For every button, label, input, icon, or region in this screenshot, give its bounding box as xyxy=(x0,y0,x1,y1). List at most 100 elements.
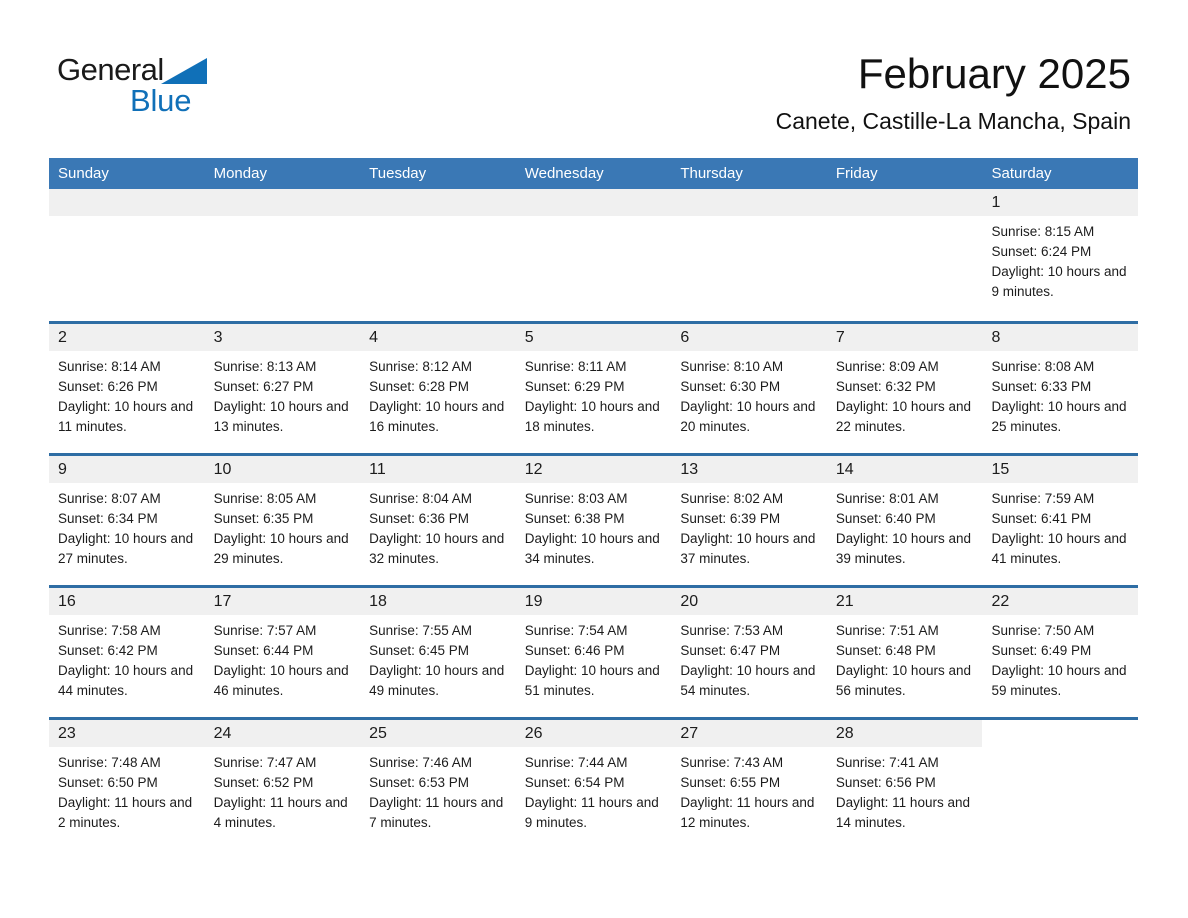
calendar-day-cell[interactable]: 17 Sunrise: 7:57 AM Sunset: 6:44 PM Dayligh… xyxy=(204,588,361,717)
sunset-text: Sunset: 6:42 PM xyxy=(58,643,158,658)
calendar-day-cell-empty xyxy=(49,189,205,321)
calendar-weeks: 1 Sunrise: 8:15 AM Sunset: 6:24 PM Daylight… xyxy=(49,189,1139,849)
daylight-text: Daylight: 10 hours and 29 minutes. xyxy=(213,531,349,566)
sunset-text: Sunset: 6:28 PM xyxy=(369,379,469,394)
page-header: General Blue February 2025 Canete, Casti… xyxy=(0,0,1188,158)
calendar-day-cell[interactable]: 26 Sunrise: 7:44 AM Sunset: 6:54 PM Dayligh… xyxy=(515,720,672,849)
calendar-day-cell[interactable]: 25 Sunrise: 7:46 AM Sunset: 6:53 PM Dayligh… xyxy=(360,720,516,849)
day-number: 7 xyxy=(826,324,983,351)
daylight-text: Daylight: 10 hours and 32 minutes. xyxy=(369,531,505,566)
sunrise-text: Sunrise: 7:43 AM xyxy=(680,755,784,770)
brand-line-1: General xyxy=(57,52,317,88)
calendar-week-row: 9 Sunrise: 8:07 AM Sunset: 6:34 PM Daylight… xyxy=(49,453,1139,585)
calendar-day-cell[interactable]: 10 Sunrise: 8:05 AM Sunset: 6:35 PM Dayligh… xyxy=(204,456,361,585)
calendar-day-cell[interactable]: 21 Sunrise: 7:51 AM Sunset: 6:48 PM Dayligh… xyxy=(826,588,983,717)
sunrise-text: Sunrise: 8:12 AM xyxy=(369,359,472,374)
day-details: Sunrise: 8:03 AM Sunset: 6:38 PM Daylight:… xyxy=(516,483,672,569)
calendar-day-cell[interactable]: 22 Sunrise: 7:50 AM Sunset: 6:49 PM Dayligh… xyxy=(982,588,1139,717)
calendar-day-cell[interactable]: 27 Sunrise: 7:43 AM Sunset: 6:55 PM Dayligh… xyxy=(671,720,827,849)
sunset-text: Sunset: 6:27 PM xyxy=(213,379,314,394)
daylight-text: Daylight: 11 hours and 9 minutes. xyxy=(524,795,659,830)
day-number: 22 xyxy=(982,588,1139,615)
calendar-day-cell[interactable]: 6 Sunrise: 8:10 AM Sunset: 6:30 PM Daylight… xyxy=(671,324,827,453)
day-number: 1 xyxy=(982,189,1139,216)
calendar-day-cell[interactable]: 16 Sunrise: 7:58 AM Sunset: 6:42 PM Dayligh… xyxy=(49,588,205,717)
day-number: 28 xyxy=(826,720,983,747)
calendar-day-cell[interactable]: 28 Sunrise: 7:41 AM Sunset: 6:56 PM Dayligh… xyxy=(826,720,983,849)
day-details: Sunrise: 8:04 AM Sunset: 6:36 PM Daylight:… xyxy=(360,483,516,569)
calendar-day-cell[interactable]: 19 Sunrise: 7:54 AM Sunset: 6:46 PM Dayligh… xyxy=(515,588,672,717)
calendar-day-cell[interactable]: 9 Sunrise: 8:07 AM Sunset: 6:34 PM Daylight… xyxy=(49,456,205,585)
daylight-text: Daylight: 10 hours and 18 minutes. xyxy=(524,399,660,434)
calendar-day-cell[interactable]: 2 Sunrise: 8:14 AM Sunset: 6:26 PM Daylight… xyxy=(49,324,205,453)
daylight-text: Daylight: 11 hours and 12 minutes. xyxy=(680,795,815,830)
calendar-day-cell[interactable]: 11 Sunrise: 8:04 AM Sunset: 6:36 PM Dayligh… xyxy=(360,456,516,585)
day-number: 8 xyxy=(982,324,1139,351)
day-number xyxy=(671,189,827,216)
day-number xyxy=(49,189,205,216)
weekday-header-friday: Friday xyxy=(835,165,878,182)
sunrise-text: Sunrise: 8:05 AM xyxy=(213,491,317,506)
calendar-day-cell[interactable]: 15 Sunrise: 7:59 AM Sunset: 6:41 PM Dayligh… xyxy=(982,456,1139,585)
sunrise-text: Sunrise: 8:04 AM xyxy=(369,491,472,506)
calendar-day-cell[interactable]: 7 Sunrise: 8:09 AM Sunset: 6:32 PM Daylight… xyxy=(826,324,983,453)
sunset-text: Sunset: 6:34 PM xyxy=(58,511,158,526)
sunset-text: Sunset: 6:55 PM xyxy=(680,775,781,790)
daylight-text: Daylight: 10 hours and 41 minutes. xyxy=(991,531,1127,566)
day-number xyxy=(360,189,516,216)
sunrise-text: Sunrise: 7:54 AM xyxy=(524,623,628,638)
weekday-header-monday: Monday xyxy=(213,165,267,182)
brand-name-general: General xyxy=(57,52,164,87)
calendar-day-cell[interactable]: 13 Sunrise: 8:02 AM Sunset: 6:39 PM Dayligh… xyxy=(671,456,827,585)
calendar-day-cell[interactable]: 23 Sunrise: 7:48 AM Sunset: 6:50 PM Dayligh… xyxy=(49,720,205,849)
daylight-text: Daylight: 11 hours and 4 minutes. xyxy=(213,795,348,830)
day-number: 24 xyxy=(204,720,361,747)
day-details: Sunrise: 8:11 AM Sunset: 6:29 PM Daylight:… xyxy=(516,351,672,437)
day-number: 16 xyxy=(49,588,205,615)
sunrise-text: Sunrise: 7:51 AM xyxy=(835,623,939,638)
calendar-day-cell[interactable]: 18 Sunrise: 7:55 AM Sunset: 6:45 PM Dayligh… xyxy=(360,588,516,717)
day-details: Sunrise: 8:13 AM Sunset: 6:27 PM Daylight:… xyxy=(205,351,361,437)
day-number: 2 xyxy=(49,324,205,351)
day-details: Sunrise: 7:55 AM Sunset: 6:45 PM Daylight:… xyxy=(360,615,516,701)
daylight-text: Daylight: 10 hours and 54 minutes. xyxy=(680,663,816,698)
calendar-week-row: 2 Sunrise: 8:14 AM Sunset: 6:26 PM Daylight… xyxy=(49,321,1139,453)
brand-logo[interactable]: General Blue xyxy=(57,52,317,122)
calendar-day-cell-empty xyxy=(671,189,827,321)
day-number: 17 xyxy=(204,588,361,615)
sunrise-text: Sunrise: 7:44 AM xyxy=(524,755,628,770)
calendar-day-cell[interactable]: 8 Sunrise: 8:08 AM Sunset: 6:33 PM Daylight… xyxy=(982,324,1139,453)
calendar-day-cell[interactable]: 3 Sunrise: 8:13 AM Sunset: 6:27 PM Daylight… xyxy=(204,324,361,453)
day-details: Sunrise: 7:48 AM Sunset: 6:50 PM Daylight:… xyxy=(49,747,205,833)
calendar-day-cell[interactable]: 4 Sunrise: 8:12 AM Sunset: 6:28 PM Daylight… xyxy=(360,324,516,453)
daylight-text: Daylight: 10 hours and 37 minutes. xyxy=(680,531,816,566)
sunrise-text: Sunrise: 8:03 AM xyxy=(524,491,628,506)
calendar-day-cell-empty xyxy=(515,189,672,321)
day-number xyxy=(204,189,361,216)
sunrise-text: Sunrise: 7:47 AM xyxy=(213,755,317,770)
calendar-day-cell[interactable]: 1 Sunrise: 8:15 AM Sunset: 6:24 PM Daylight… xyxy=(982,189,1139,321)
day-number: 14 xyxy=(826,456,983,483)
sunset-text: Sunset: 6:24 PM xyxy=(991,244,1092,259)
day-details: Sunrise: 7:43 AM Sunset: 6:55 PM Daylight:… xyxy=(671,747,827,833)
day-details: Sunrise: 7:46 AM Sunset: 6:53 PM Daylight:… xyxy=(360,747,516,833)
day-number: 13 xyxy=(671,456,827,483)
daylight-text: Daylight: 10 hours and 16 minutes. xyxy=(369,399,505,434)
sunset-text: Sunset: 6:38 PM xyxy=(524,511,625,526)
calendar-day-cell[interactable]: 14 Sunrise: 8:01 AM Sunset: 6:40 PM Dayligh… xyxy=(826,456,983,585)
calendar-day-cell[interactable]: 24 Sunrise: 7:47 AM Sunset: 6:52 PM Dayligh… xyxy=(204,720,361,849)
sunrise-text: Sunrise: 8:08 AM xyxy=(991,359,1095,374)
calendar-day-cell[interactable]: 5 Sunrise: 8:11 AM Sunset: 6:29 PM Daylight… xyxy=(515,324,672,453)
daylight-text: Daylight: 10 hours and 34 minutes. xyxy=(524,531,660,566)
day-details: Sunrise: 8:12 AM Sunset: 6:28 PM Daylight:… xyxy=(360,351,516,437)
day-details: Sunrise: 7:41 AM Sunset: 6:56 PM Daylight:… xyxy=(827,747,983,833)
sunset-text: Sunset: 6:50 PM xyxy=(58,775,158,790)
day-number: 9 xyxy=(49,456,205,483)
page-subtitle: Canete, Castille-La Mancha, Spain xyxy=(775,108,1131,134)
sunrise-text: Sunrise: 8:15 AM xyxy=(991,224,1095,239)
day-number: 15 xyxy=(982,456,1139,483)
day-details: Sunrise: 7:59 AM Sunset: 6:41 PM Daylight:… xyxy=(982,483,1138,569)
calendar-day-cell[interactable]: 12 Sunrise: 8:03 AM Sunset: 6:38 PM Dayligh… xyxy=(515,456,672,585)
calendar-week-row: 1 Sunrise: 8:15 AM Sunset: 6:24 PM Daylight… xyxy=(49,189,1139,321)
calendar-day-cell[interactable]: 20 Sunrise: 7:53 AM Sunset: 6:47 PM Dayligh… xyxy=(671,588,827,717)
